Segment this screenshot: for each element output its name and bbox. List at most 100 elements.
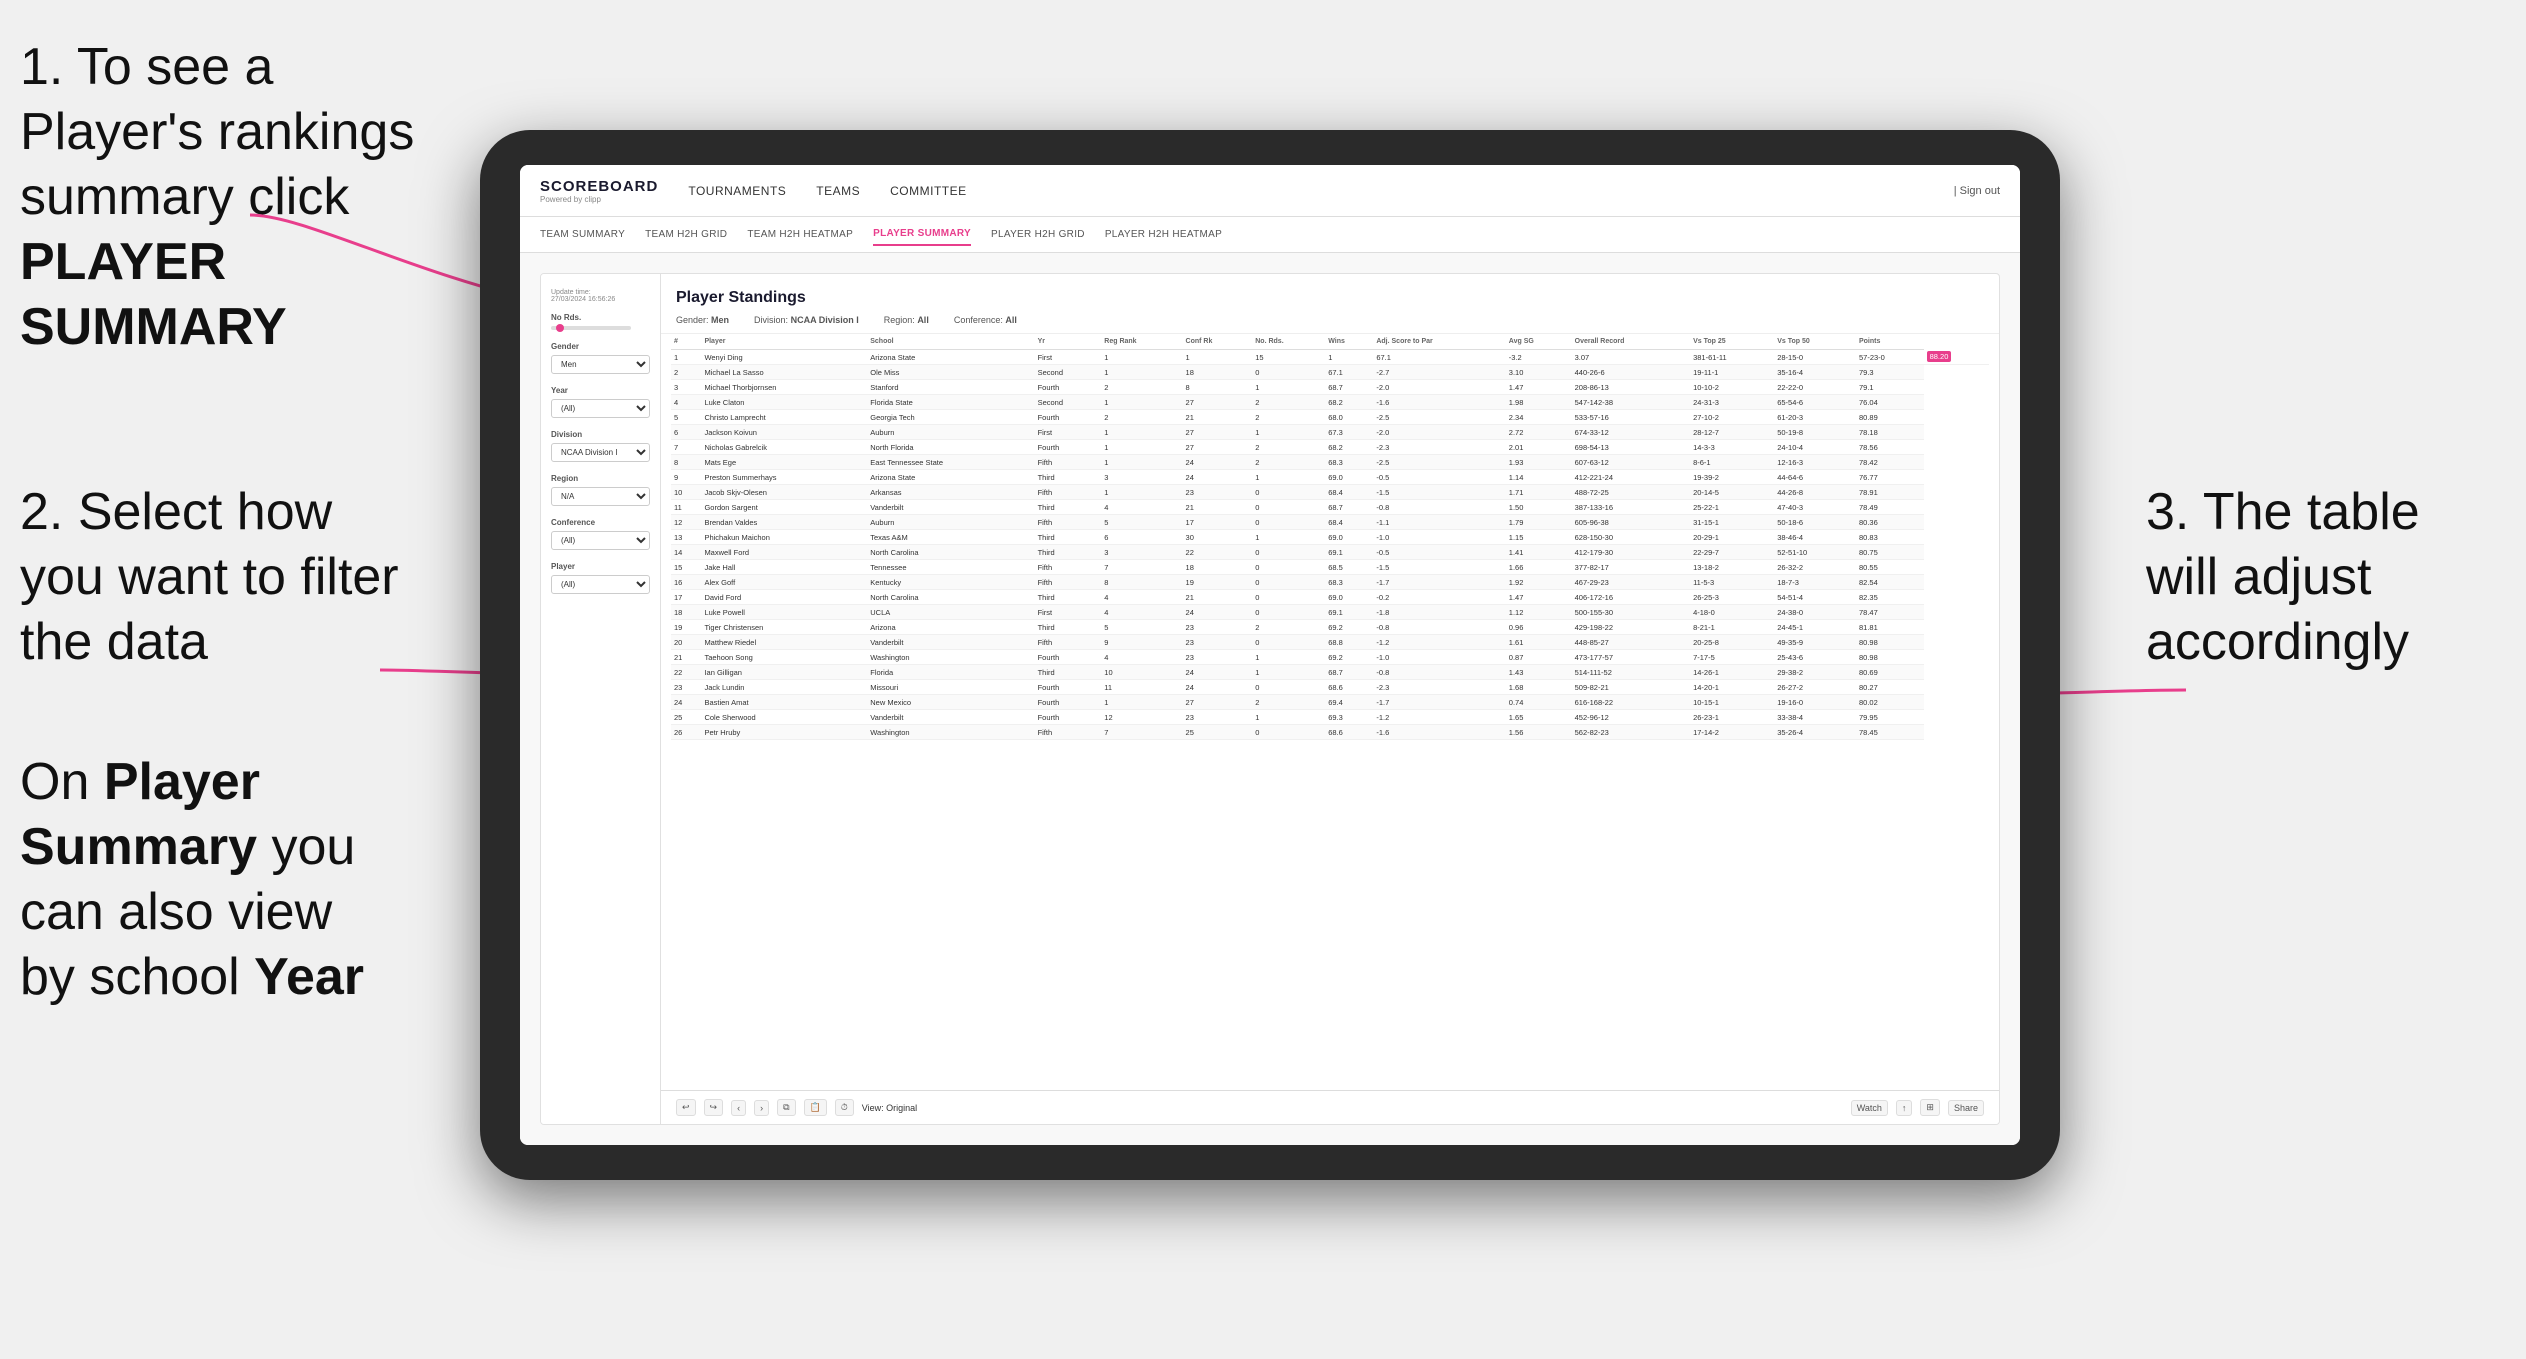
- col-player: Player: [701, 334, 867, 350]
- table-cell: 80.89: [1856, 410, 1924, 425]
- table-cell: 1: [1101, 695, 1182, 710]
- table-cell: -1.8: [1373, 605, 1505, 620]
- table-cell: 24-45-1: [1774, 620, 1856, 635]
- table-cell: 562-82-23: [1572, 725, 1690, 740]
- table-cell: -2.3: [1373, 680, 1505, 695]
- nav-committee[interactable]: COMMITTEE: [890, 179, 967, 203]
- table-cell: 1: [1252, 665, 1325, 680]
- slider-container[interactable]: [551, 326, 650, 330]
- table-cell: 12: [1101, 710, 1182, 725]
- table-cell: 52-51-10: [1774, 545, 1856, 560]
- table-row: 23Jack LundinMissouriFourth1124068.6-2.3…: [671, 680, 1989, 695]
- col-yr: Yr: [1035, 334, 1102, 350]
- no-rds-slider[interactable]: [551, 326, 631, 330]
- table-cell: Florida State: [867, 395, 1034, 410]
- table-cell: 49-35-9: [1774, 635, 1856, 650]
- col-no-rds: No. Rds.: [1252, 334, 1325, 350]
- table-cell: 78.47: [1856, 605, 1924, 620]
- table-cell: 533-57-16: [1572, 410, 1690, 425]
- table-cell: 0: [1252, 515, 1325, 530]
- table-cell: Fifth: [1035, 725, 1102, 740]
- subnav-team-h2h-heatmap[interactable]: TEAM H2H HEATMAP: [747, 224, 853, 245]
- table-cell: 22: [1183, 545, 1253, 560]
- table-cell: 24: [1183, 470, 1253, 485]
- subnav-player-summary[interactable]: PLAYER SUMMARY: [873, 223, 971, 246]
- standings-panel: Update time: 27/03/2024 16:56:26 No Rds.…: [540, 273, 2000, 1125]
- table-cell: 429-198-22: [1572, 620, 1690, 635]
- table-cell: 6: [1101, 530, 1182, 545]
- view-original-label[interactable]: View: Original: [862, 1103, 917, 1113]
- subnav-team-h2h-grid[interactable]: TEAM H2H GRID: [645, 224, 727, 245]
- gender-select[interactable]: Men: [551, 355, 650, 374]
- table-cell: Christo Lamprecht: [701, 410, 867, 425]
- table-cell: 68.4: [1325, 515, 1373, 530]
- player-select[interactable]: (All): [551, 575, 650, 594]
- year-label: Year: [551, 386, 650, 395]
- table-cell: -0.5: [1373, 470, 1505, 485]
- toolbar-copy[interactable]: ⧉: [777, 1099, 795, 1116]
- table-cell: Wenyi Ding: [701, 350, 867, 365]
- table-cell: First: [1035, 605, 1102, 620]
- table-cell: 18: [671, 605, 701, 620]
- table-cell: Third: [1035, 590, 1102, 605]
- toolbar-forward[interactable]: ›: [754, 1100, 769, 1116]
- table-cell: 412-179-30: [1572, 545, 1690, 560]
- table-cell: 7: [1101, 560, 1182, 575]
- table-cell: Vanderbilt: [867, 500, 1034, 515]
- table-cell: 24: [671, 695, 701, 710]
- table-cell: 1: [1325, 350, 1373, 365]
- table-cell: 2: [1101, 410, 1182, 425]
- division-select[interactable]: NCAA Division I: [551, 443, 650, 462]
- toolbar-share[interactable]: Share: [1948, 1100, 1984, 1116]
- region-select[interactable]: N/A: [551, 487, 650, 506]
- table-cell: 68.2: [1325, 395, 1373, 410]
- table-cell: 68.7: [1325, 380, 1373, 395]
- sign-out-link[interactable]: | Sign out: [1954, 185, 2000, 197]
- year-select[interactable]: (All): [551, 399, 650, 418]
- toolbar-export[interactable]: ↑: [1896, 1100, 1913, 1116]
- standings-table-wrapper[interactable]: # Player School Yr Reg Rank Conf Rk No. …: [661, 334, 1999, 1090]
- table-cell: 0.96: [1506, 620, 1572, 635]
- toolbar-back[interactable]: ‹: [731, 1100, 746, 1116]
- table-cell: 27: [1183, 395, 1253, 410]
- toolbar-clock[interactable]: ⏱: [835, 1099, 854, 1116]
- table-cell: 78.42: [1856, 455, 1924, 470]
- scoreboard-logo: SCOREBOARD Powered by clipp: [540, 178, 658, 204]
- nav-tournaments[interactable]: TOURNAMENTS: [688, 179, 786, 203]
- table-cell: 381-61-11: [1690, 350, 1774, 365]
- table-cell: -1.1: [1373, 515, 1505, 530]
- conference-select[interactable]: (All): [551, 531, 650, 550]
- table-cell: 1: [1101, 440, 1182, 455]
- table-cell: 0: [1252, 590, 1325, 605]
- table-cell: 27: [1183, 695, 1253, 710]
- table-cell: 1: [1252, 530, 1325, 545]
- subnav-player-h2h-grid[interactable]: PLAYER H2H GRID: [991, 224, 1085, 245]
- table-cell: 387-133-16: [1572, 500, 1690, 515]
- toolbar-undo[interactable]: ↩: [676, 1099, 696, 1116]
- table-cell: 24-31-3: [1690, 395, 1774, 410]
- update-time: Update time: 27/03/2024 16:56:26: [551, 289, 650, 303]
- table-cell: 80.02: [1856, 695, 1924, 710]
- table-cell: Arizona: [867, 620, 1034, 635]
- table-cell: 78.18: [1856, 425, 1924, 440]
- table-cell: 29-38-2: [1774, 665, 1856, 680]
- subnav-player-h2h-heatmap[interactable]: PLAYER H2H HEATMAP: [1105, 224, 1222, 245]
- subnav-team-summary[interactable]: TEAM SUMMARY: [540, 224, 625, 245]
- table-cell: 23: [1183, 710, 1253, 725]
- toolbar-grid[interactable]: ⊞: [1920, 1099, 1940, 1116]
- table-cell: 1.56: [1506, 725, 1572, 740]
- table-cell: 7: [671, 440, 701, 455]
- table-cell: 24-38-0: [1774, 605, 1856, 620]
- toolbar-paste[interactable]: 📋: [804, 1099, 827, 1116]
- table-cell: Fifth: [1035, 455, 1102, 470]
- toolbar-redo[interactable]: ↪: [704, 1099, 724, 1116]
- table-cell: 69.1: [1325, 545, 1373, 560]
- table-cell: 22-22-0: [1774, 380, 1856, 395]
- nav-teams[interactable]: TEAMS: [816, 179, 860, 203]
- table-cell: 0: [1252, 575, 1325, 590]
- col-wins: Wins: [1325, 334, 1373, 350]
- table-cell: 12: [671, 515, 701, 530]
- toolbar-watch[interactable]: Watch: [1851, 1100, 1888, 1116]
- table-cell: 1.15: [1506, 530, 1572, 545]
- table-cell: 68.5: [1325, 560, 1373, 575]
